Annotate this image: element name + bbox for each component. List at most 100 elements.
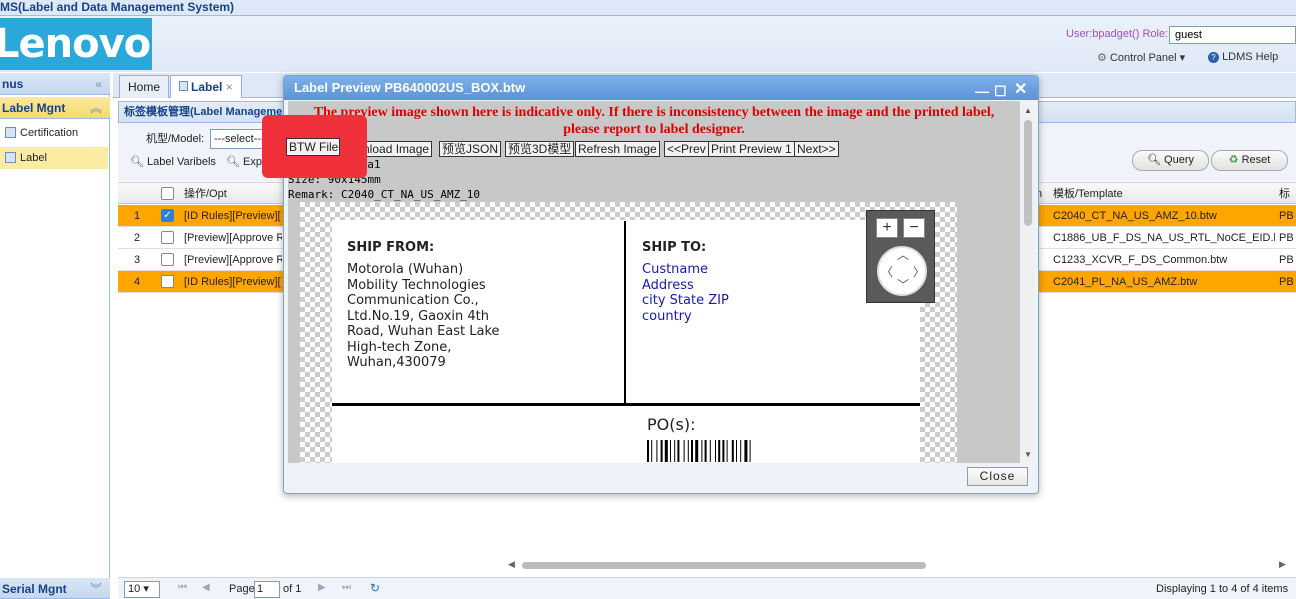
row-number: 3 xyxy=(134,254,141,266)
pager: 10 ▾ ⏮ ◀ Page 1 of 1 ▶ ⏭ ↻ Displaying 1 … xyxy=(118,577,1296,599)
search-icon: 🔍︎ xyxy=(130,156,144,168)
download-image-button[interactable]: nload Image xyxy=(360,141,433,157)
reset-button[interactable]: ♻ Reset xyxy=(1211,150,1288,171)
first-page-icon[interactable]: ⏮ xyxy=(178,582,187,593)
zoom-control: + − ︿ ﹀ 〈 〉 xyxy=(866,210,935,303)
highlight-marker: BTW File xyxy=(262,115,367,178)
close-icon[interactable]: × xyxy=(226,80,233,94)
tab-home[interactable]: Home xyxy=(119,75,170,98)
zoom-out-icon[interactable]: − xyxy=(903,218,925,238)
refresh-icon[interactable]: ↻ xyxy=(370,581,380,595)
column-header-extra[interactable]: 标 xyxy=(1279,183,1290,205)
row-opt-links[interactable]: [Preview][Approve R xyxy=(184,249,282,271)
dialog-title-bar[interactable]: Label Preview PB640002US_BOX.btw — ☐ ✕ xyxy=(284,76,1038,100)
zoom-in-icon[interactable]: + xyxy=(876,218,898,238)
sidebar-item-label[interactable]: Label xyxy=(0,147,108,169)
page-input[interactable]: 1 xyxy=(254,581,280,598)
role-field[interactable]: guest xyxy=(1169,26,1296,44)
next-button[interactable]: Next>> xyxy=(794,141,839,157)
prev-page-icon[interactable]: ◀ xyxy=(202,582,210,593)
column-header-opt[interactable]: 操作/Opt xyxy=(184,183,227,205)
row-extra: PB xyxy=(1279,210,1294,222)
minimize-icon[interactable]: — xyxy=(975,79,989,103)
row-checkbox[interactable] xyxy=(161,275,174,288)
collapse-icon[interactable]: « xyxy=(95,73,102,95)
label-variables-label: Label Varibels xyxy=(147,156,216,168)
row-extra: PB xyxy=(1279,276,1294,288)
barcode-bar xyxy=(683,440,685,462)
tab-icon xyxy=(179,81,188,91)
control-panel-menu[interactable]: ⚙ Control Panel ▾ xyxy=(1097,51,1185,64)
last-page-icon[interactable]: ⏭ xyxy=(342,582,351,593)
row-template: C2041_PL_NA_US_AMZ.btw xyxy=(1053,276,1198,288)
sidebar-item-label-text: Label xyxy=(20,152,47,164)
pan-down-icon[interactable]: ﹀ xyxy=(897,276,909,293)
pan-left-icon[interactable]: 〈 xyxy=(881,263,893,280)
sidebar-item-label: Certification xyxy=(20,127,79,139)
barcode-bar xyxy=(651,440,653,462)
ship-to-address: Custname Address city State ZIP country xyxy=(642,262,729,324)
row-opt-links[interactable]: [Preview][Approve R xyxy=(184,227,282,249)
pan-control[interactable]: ︿ ﹀ 〈 〉 xyxy=(877,246,927,296)
sidebar-footer-serial-mgnt[interactable]: Serial Mgnt ︾ xyxy=(0,578,110,599)
sidebar-item-certification[interactable]: Certification xyxy=(0,122,108,144)
scroll-right-icon[interactable]: ▶ xyxy=(1279,559,1286,570)
prev-button[interactable]: <<Prev xyxy=(664,141,709,157)
row-opt-links[interactable]: [ID Rules][Preview][ xyxy=(184,271,282,293)
sidebar-header: nus « xyxy=(0,73,110,95)
logo-text: Lenovo xyxy=(0,21,151,67)
pan-up-icon[interactable]: ︿ xyxy=(897,246,909,263)
row-checkbox[interactable] xyxy=(161,231,174,244)
row-checkbox[interactable]: ✓ xyxy=(161,209,174,222)
pan-right-icon[interactable]: 〉 xyxy=(913,263,925,280)
label-variables-button[interactable]: 🔍︎ Label Varibels xyxy=(130,155,216,168)
barcode-bar xyxy=(660,440,663,462)
row-template: C1886_UB_F_DS_NA_US_RTL_NoCE_EID.btw xyxy=(1053,232,1275,244)
barcode-bar xyxy=(709,440,711,462)
btw-file-button-highlighted[interactable]: BTW File xyxy=(286,138,340,156)
label-divider-vertical xyxy=(624,221,626,405)
preview-json-button[interactable]: 预览JSON xyxy=(439,141,502,157)
model-select[interactable]: ---select--- xyxy=(210,129,270,149)
tab-label[interactable]: Label × xyxy=(170,75,242,98)
row-checkbox[interactable] xyxy=(161,253,174,266)
refresh-image-button[interactable]: Refresh Image xyxy=(575,141,660,157)
sidebar-group-label-mgnt[interactable]: Label Mgnt ︽ xyxy=(0,97,110,119)
next-page-icon[interactable]: ▶ xyxy=(318,582,326,593)
close-button[interactable]: Close xyxy=(967,467,1028,486)
barcode-bar xyxy=(718,440,721,462)
column-header-template[interactable]: 模板/Template xyxy=(1053,183,1123,205)
control-panel-label: Control Panel xyxy=(1109,52,1177,64)
scroll-up-icon[interactable]: ▲ xyxy=(1024,106,1032,115)
help-label: LDMS Help xyxy=(1222,51,1279,63)
scroll-left-icon[interactable]: ◀ xyxy=(508,559,515,570)
row-number: 2 xyxy=(134,232,141,244)
page-icon xyxy=(5,152,16,163)
scroll-down-icon[interactable]: ▼ xyxy=(1024,450,1032,459)
scroll-thumb[interactable] xyxy=(1024,120,1032,226)
print-preview-button[interactable]: Print Preview 1 xyxy=(708,141,795,157)
horizontal-scrollbar[interactable]: ◀ ▶ xyxy=(508,559,1288,571)
select-all-checkbox[interactable] xyxy=(161,187,174,200)
ship-to-line: Custname xyxy=(642,262,709,277)
help-link[interactable]: ? LDMS Help xyxy=(1208,51,1278,63)
warning-line-2: please report to label designer. xyxy=(563,122,745,137)
row-opt-links[interactable]: [ID Rules][Preview][ xyxy=(184,205,282,227)
export-button[interactable]: 🔍︎ Exp xyxy=(226,155,262,168)
help-icon: ? xyxy=(1208,52,1219,63)
query-button[interactable]: 🔍︎ Query xyxy=(1132,150,1209,171)
preview-3d-button[interactable]: 预览3D模型 xyxy=(505,141,575,157)
barcode-bar xyxy=(740,440,742,462)
page-size-select[interactable]: 10 ▾ xyxy=(124,581,160,598)
dialog-vertical-scrollbar[interactable]: ▲ ▼ xyxy=(1022,106,1034,462)
warning-line-1: The preview image shown here is indicati… xyxy=(313,105,995,120)
row-template: C2040_CT_NA_US_AMZ_10.btw xyxy=(1053,210,1217,222)
row-template: C1233_XCVR_F_DS_Common.btw xyxy=(1053,254,1228,266)
query-label: Query xyxy=(1164,154,1194,166)
maximize-icon[interactable]: ☐ xyxy=(994,79,1007,103)
close-icon[interactable]: ✕ xyxy=(1014,78,1027,102)
scroll-thumb[interactable] xyxy=(522,562,926,569)
ship-to-heading: SHIP TO: xyxy=(642,240,707,255)
reset-label: Reset xyxy=(1241,154,1271,166)
page-size-value: 10 xyxy=(128,583,141,595)
